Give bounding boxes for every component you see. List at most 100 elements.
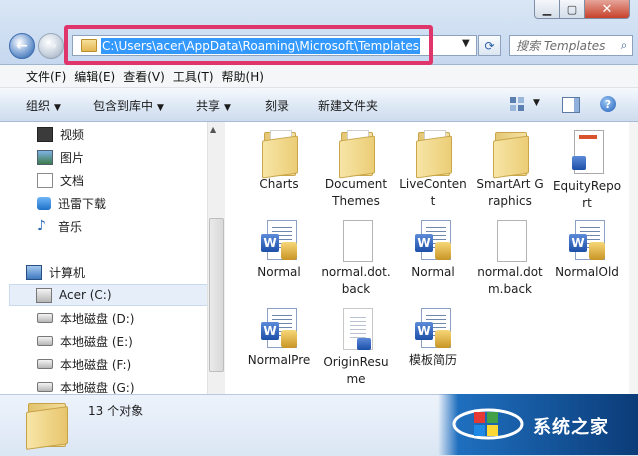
blank-file-icon [339, 220, 373, 262]
thunder-download-icon [37, 196, 51, 210]
minimize-icon: ▁ [542, 2, 552, 16]
organize-label: 组织 [26, 99, 51, 113]
sidebar-item-music[interactable]: ♪ 音乐 [37, 216, 225, 236]
back-button[interactable]: ← [9, 33, 35, 59]
sidebar-item-label: 文档 [60, 173, 85, 188]
document-icon [37, 172, 53, 188]
sidebar-item-drive-f[interactable]: 本地磁盘 (F:) [37, 354, 225, 374]
share-label: 共享 [196, 99, 221, 113]
sidebar-item-drive-d[interactable]: 本地磁盘 (D:) [37, 308, 225, 328]
sidebar-item-drive-e[interactable]: 本地磁盘 (E:) [37, 331, 225, 351]
sidebar-scroll-thumb[interactable] [209, 218, 224, 372]
chevron-down-icon: ▼ [224, 103, 231, 113]
navigation-pane: 视频 图片 文档 迅雷下载 ♪ 音乐 计算机 Acer (C:) 本地磁盘 (D… [0, 122, 225, 394]
view-options-icon[interactable] [509, 96, 525, 112]
sidebar-item-thunder-downloads[interactable]: 迅雷下载 [37, 193, 225, 213]
search-placeholder: 搜索 Templates [516, 39, 606, 53]
folder-icon [26, 403, 68, 450]
word-template-icon: W [259, 220, 299, 262]
sidebar-item-label: 本地磁盘 (E:) [60, 334, 133, 349]
file-item-normal-dot-back[interactable]: normal.dot.back [320, 220, 392, 298]
drive-icon [37, 313, 53, 323]
file-item-normalold[interactable]: W NormalOld [551, 220, 623, 281]
file-item-normal-2[interactable]: W Normal [397, 220, 469, 281]
drive-icon [37, 359, 53, 369]
file-item-normal-dotm-back[interactable]: normal.dotm.back [474, 220, 546, 298]
menu-help[interactable]: 帮助(H) [222, 68, 272, 85]
sidebar-item-pictures[interactable]: 图片 [37, 147, 225, 167]
system-drive-icon [36, 287, 52, 303]
include-in-library-button[interactable]: 包含到库中 ▼ [93, 97, 164, 114]
sidebar-item-videos[interactable]: 视频 [37, 124, 225, 144]
menu-view[interactable]: 查看(V) [123, 68, 173, 85]
file-name: 模板简历 [408, 353, 457, 367]
menu-edit[interactable]: 编辑(E) [74, 68, 123, 85]
file-name: EquityReport [552, 179, 622, 210]
search-input[interactable]: 搜索 Templates ⌕ [509, 35, 633, 56]
sidebar-item-label: 音乐 [58, 219, 83, 234]
preview-pane-icon[interactable] [562, 97, 580, 113]
file-item-resume-template[interactable]: W 模板简历 [397, 308, 469, 369]
picture-icon [37, 149, 53, 165]
refresh-button[interactable]: ⟳ [478, 35, 501, 56]
sidebar-item-drive-g[interactable]: 本地磁盘 (G:) [37, 377, 225, 394]
sidebar-item-label: 计算机 [49, 265, 86, 280]
chevron-down-icon: ▼ [157, 103, 164, 113]
menu-bar: 文件(F) 编辑(E) 查看(V) 工具(T) 帮助(H) [0, 65, 638, 88]
menu-file[interactable]: 文件(F) [0, 68, 74, 85]
burn-button[interactable]: 刻录 [265, 97, 289, 114]
scroll-up-icon[interactable]: ▲ [210, 125, 216, 134]
music-icon: ♪ [37, 217, 46, 234]
sidebar-item-drive-c[interactable]: Acer (C:) [9, 284, 216, 306]
address-highlight-annotation [64, 25, 433, 65]
minimize-button[interactable]: ▁ [534, 0, 560, 19]
drive-icon [37, 382, 53, 392]
sidebar-item-documents[interactable]: 文档 [37, 170, 225, 190]
file-list: Charts Document Themes LiveContent Smart… [226, 122, 638, 394]
menu-tools[interactable]: 工具(T) [173, 68, 222, 85]
watermark-text: 系统之家 [533, 417, 609, 438]
organize-button[interactable]: 组织 ▼ [26, 97, 61, 114]
video-icon [37, 126, 53, 142]
maximize-icon: ▢ [566, 2, 578, 16]
close-icon: ✕ [601, 1, 613, 17]
word-template-icon: W [413, 220, 453, 262]
file-name: OriginResume [323, 355, 389, 386]
file-name: NormalOld [555, 265, 619, 279]
search-icon[interactable]: ⌕ [616, 38, 632, 53]
maximize-button[interactable]: ▢ [559, 0, 585, 19]
close-button[interactable]: ✕ [584, 0, 630, 19]
sidebar-item-computer[interactable]: 计算机 [26, 262, 225, 282]
view-dropdown-icon[interactable]: ▼ [533, 98, 540, 108]
new-folder-label: 新建文件夹 [318, 99, 379, 113]
file-item-equityreport[interactable]: EquityReport [551, 130, 623, 212]
drive-icon [37, 336, 53, 346]
file-item-originresume[interactable]: OriginResume [320, 308, 392, 388]
chevron-down-icon: ▼ [54, 103, 61, 113]
file-item-smartart-graphics[interactable]: SmartArt Graphics [474, 130, 546, 210]
word-template-icon: W [413, 308, 453, 350]
file-item-livecontent[interactable]: LiveContent [397, 130, 469, 210]
file-name: normal.dotm.back [477, 265, 543, 296]
word-template-icon: W [567, 220, 607, 262]
address-dropdown-icon[interactable]: ▼ [462, 38, 470, 49]
blank-file-icon [493, 220, 527, 262]
file-name: Charts [259, 177, 299, 191]
help-icon[interactable]: ? [600, 96, 616, 112]
file-name: SmartArt Graphics [476, 177, 544, 208]
item-count: 13 个对象 [88, 404, 144, 418]
file-item-normalpre[interactable]: W NormalPre [243, 308, 315, 369]
refresh-icon: ⟳ [484, 38, 495, 53]
file-item-document-themes[interactable]: Document Themes [320, 130, 392, 210]
file-item-charts[interactable]: Charts [243, 130, 315, 193]
burn-label: 刻录 [265, 99, 290, 113]
file-name: Document Themes [324, 177, 388, 208]
content-scrollbar[interactable] [629, 122, 638, 394]
forward-button[interactable]: → [38, 33, 64, 59]
file-item-normal[interactable]: W Normal [243, 220, 315, 281]
new-folder-button[interactable]: 新建文件夹 [318, 97, 378, 114]
share-button[interactable]: 共享 ▼ [196, 97, 231, 114]
sidebar-item-label: 图片 [60, 150, 85, 165]
sidebar-item-label: 本地磁盘 (G:) [60, 380, 135, 395]
folder-icon [339, 130, 375, 179]
